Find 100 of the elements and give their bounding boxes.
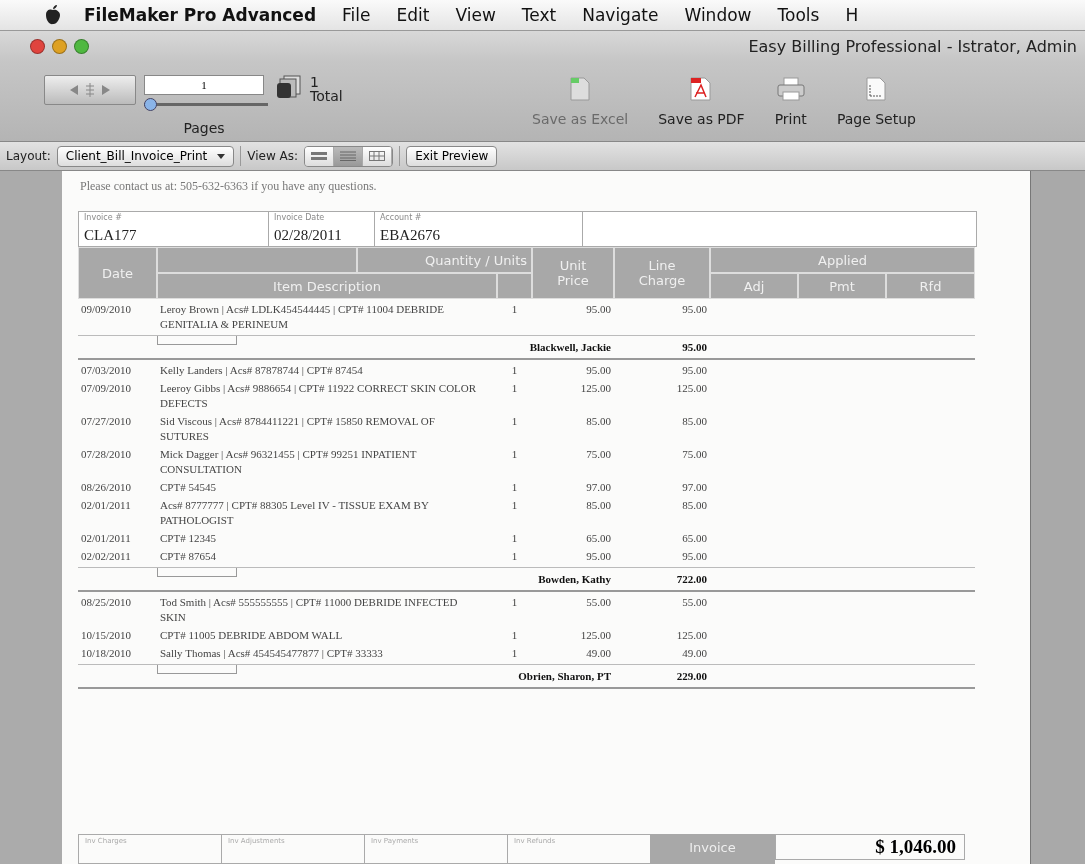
table-cell-text: CPT# 12345 [159,531,217,546]
view-switcher[interactable] [304,145,394,167]
menu-item[interactable]: Text [508,5,570,25]
book-navigation-button[interactable] [44,75,136,105]
table-cell-text: Sid Viscous | Acs# 8784411221 | CPT# 15850 REMOVAL OF SUTURES [159,414,436,444]
table-cell-text: Mick Dagger | Acs# 96321455 | CPT# 99251 INPATIENT CONSULTATION [159,447,418,477]
page-count: 1 [310,75,320,89]
pages-label: Pages [183,120,225,136]
table-cell-text: 125.00 [579,381,612,396]
table-cell-text: CPT# 54545 [159,480,217,495]
menu-item[interactable]: Tools [764,5,833,25]
table-cell-text: 75.00 [681,447,708,462]
table-cell-text: 02/01/2011 [80,531,132,546]
table-cell-text: 85.00 [681,414,708,429]
table-cell-text: CPT# 11005 DEBRIDE ABDOM WALL [159,628,344,643]
page-number-field[interactable]: 1 [144,75,264,95]
slider-thumb[interactable] [144,98,157,111]
table-cell-text: Sally Thomas | Acs# 454545477877 | CPT# 33333 [159,646,384,661]
table-cell-text: 09/09/2010 [80,302,133,317]
layout-dropdown[interactable]: Client_Bill_Invoice_Print [56,145,235,167]
table-cell-text: Acs# 8777777 | CPT# 88305 Level IV - TISSUE EXAM BY PATHOLOGIST [159,498,430,528]
table-cell-text: 1 [510,498,519,513]
table-cell-text: 95.00 [681,302,708,317]
provider-name: Obrien, Sharon, PT [517,670,612,682]
table-cell-text: 65.00 [681,531,708,546]
table-cell-text: 125.00 [579,628,612,643]
field-value: 02/28/2011 [274,227,343,244]
column-header: Line Charge [614,247,710,299]
table-cell-text: Leroy Brown | Acs# LDLK454544445 | CPT# 11004 DEBRIDE GENITALIA & PERINEUM [159,302,445,332]
close-icon[interactable] [30,38,45,54]
table-cell-text: 1 [510,480,519,495]
table-cell-text: 08/25/2010 [80,595,133,610]
table-cell-text: 1 [510,595,519,610]
table-cell-text: 08/26/2010 [80,480,133,495]
toolbar-button[interactable]: Page Setup [828,61,924,141]
table-cell-text: 85.00 [585,414,612,429]
field-label: Invoice Date [274,213,326,222]
field-value: CLA177 [84,227,138,244]
table-cell-text: 1 [510,414,519,429]
total-header: Invoice [650,834,775,864]
table-cell-text: 55.00 [585,595,612,610]
column-header: Applied [710,247,975,273]
column-header: Unit Price [532,247,614,299]
table-cell-text: 07/03/2010 [80,363,133,378]
page-setup-icon [866,77,887,101]
table-cell-text: 95.00 [681,363,708,378]
table-cell-text: 125.00 [675,628,708,643]
subtotal: 229.00 [675,670,708,682]
column-header: Pmt [798,273,886,299]
menu-item[interactable]: File [329,5,384,25]
menu-item[interactable]: Window [671,5,765,25]
toolbar-button[interactable]: Print [766,61,815,141]
exit-preview-button[interactable]: Exit Preview [406,145,498,167]
contact-note: Please contact us at: 505-632-6363 if you have any questions. [80,179,378,194]
table-cell-text: 49.00 [585,646,612,661]
column-header: Rfd [886,273,975,299]
subtotal: 722.00 [675,573,708,585]
app-menu[interactable]: FileMaker Pro Advanced [70,5,330,25]
table-cell-text: CPT# 87654 [159,549,217,564]
menu-item[interactable]: Edit [383,5,443,25]
table-cell-text: 49.00 [681,646,708,661]
page-count-label: Total [310,89,343,103]
table-cell-text: 1 [510,363,519,378]
table-cell-text: 10/15/2010 [80,628,133,643]
view-button[interactable] [305,146,335,166]
table-cell-text: 10/18/2010 [80,646,133,661]
form-view-icon [311,151,328,161]
table-cell-text: Leeroy Gibbs | Acs# 9886654 | CPT# 11922 CORRECT SKIN COLOR DEFECTS [159,381,478,411]
stacked-pages-icon [276,75,302,99]
field-label: Account # [380,213,423,222]
menu-item[interactable]: Navigate [569,5,672,25]
field-label: Invoice # [84,213,123,222]
column-header: Quantity / Units [357,247,532,273]
layout-label: Layout: [6,149,51,163]
table-cell-text: 1 [510,302,519,317]
toolbar-button[interactable]: Save as PDF [650,61,753,141]
table-cell-text: 65.00 [585,531,612,546]
table-cell-text: 1 [510,549,519,564]
table-cell-text: 1 [510,628,519,643]
apple-logo-icon[interactable] [44,5,62,25]
table-cell-text: 125.00 [675,381,708,396]
window-title: Easy Billing Professional - Istrator, Admin [748,36,1077,56]
minimize-icon[interactable] [52,38,67,54]
table-cell-text: Tod Smith | Acs# 555555555 | CPT# 11000 DEBRIDE INFECTED SKIN [159,595,459,625]
view-button[interactable] [334,146,364,166]
zoom-icon[interactable] [74,38,89,54]
menu-item[interactable]: H [832,5,872,25]
table-cell-text: 85.00 [585,498,612,513]
list-view-icon [340,151,357,161]
table-cell-text: 07/27/2010 [80,414,133,429]
field-value: EBA2676 [380,227,441,244]
subtotal: 95.00 [681,341,708,353]
caret-icon [217,153,226,159]
table-cell-text: 07/28/2010 [80,447,133,462]
column-header: Date [78,247,157,299]
provider-name: Bowden, Kathy [537,573,612,585]
table-cell-text: 95.00 [585,302,612,317]
table-cell-text: 97.00 [585,480,612,495]
view-button[interactable] [363,146,393,166]
menu-item[interactable]: View [442,5,509,25]
